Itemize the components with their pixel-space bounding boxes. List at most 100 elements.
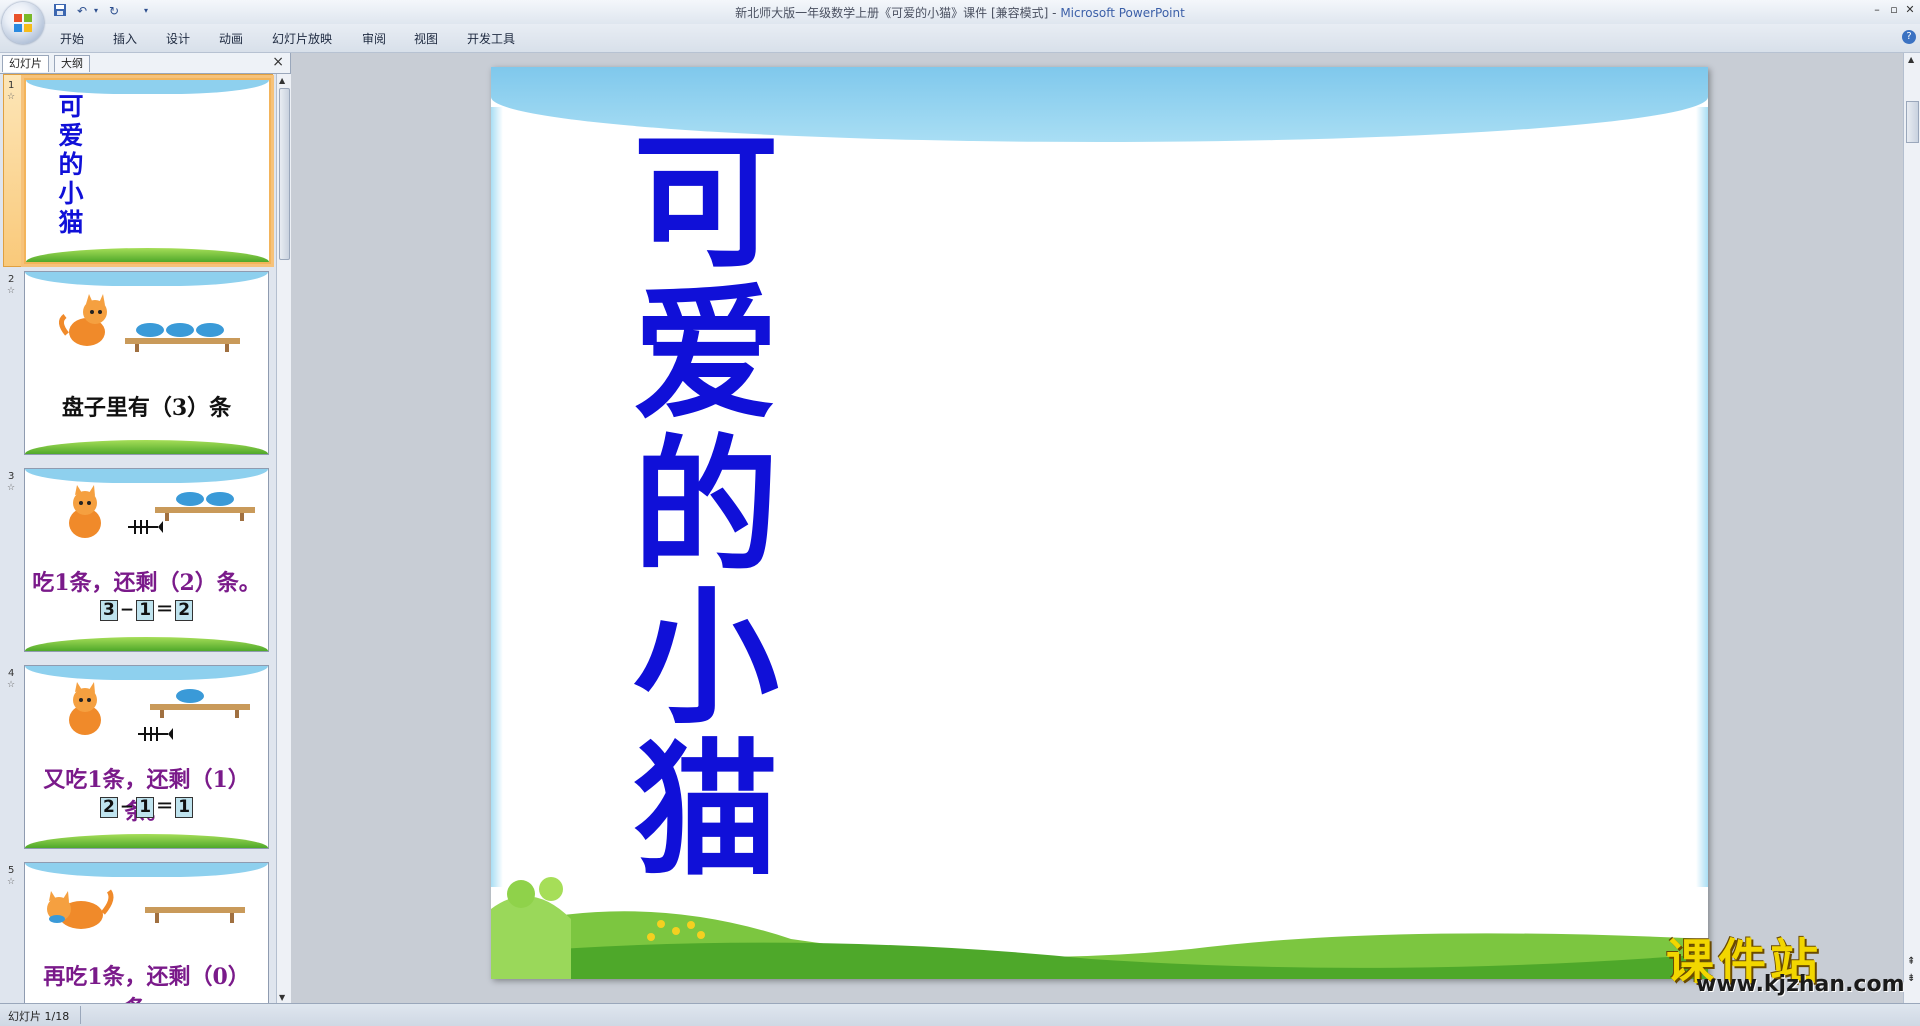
- animation-star-icon: ☆: [7, 286, 16, 296]
- tab-slides[interactable]: 幻灯片: [2, 55, 49, 72]
- equation-number: 1: [136, 600, 155, 621]
- equation-number: 2: [99, 797, 118, 818]
- slide-left-border: [491, 107, 503, 887]
- redo-icon[interactable]: ↻: [106, 3, 122, 19]
- office-button[interactable]: [2, 2, 44, 44]
- equation-number: 1: [175, 797, 194, 818]
- panel-tabs: 幻灯片 大纲 ×: [0, 53, 290, 74]
- status-bar: 幻灯片 1/18: [0, 1003, 1920, 1026]
- panel-close-icon[interactable]: ×: [272, 54, 284, 70]
- animation-star-icon: ☆: [7, 483, 16, 493]
- thumb-sky: [25, 666, 268, 680]
- tab-slideshow[interactable]: 幻灯片放映: [272, 30, 332, 47]
- ribbon-tab-bar: 开始 插入 设计 动画 幻灯片放映 审阅 视图 开发工具 ?: [0, 24, 1920, 53]
- watermark-url: www.kjzhan.com: [1696, 972, 1905, 997]
- thumbnail-number: 5: [8, 865, 15, 876]
- thumb-caption: 盘子里有（3）条: [61, 395, 232, 421]
- status-divider: [80, 1006, 81, 1024]
- thumb-grass: [25, 834, 268, 848]
- fish-plate-icon: [125, 323, 240, 352]
- thumb-title-char: 可: [58, 92, 84, 121]
- slide-title-char: 可: [633, 118, 779, 288]
- slide-scrollbar[interactable]: ▲ ⇞ ⇟: [1903, 53, 1920, 1003]
- slide-title-char: 猫: [633, 726, 779, 896]
- fish-plate-icon: [155, 492, 255, 521]
- slides-panel: 幻灯片 大纲 × 1 ☆ 可 爱 的 小 猫 2 ☆ 盘子里有（3）条 3 ☆ …: [0, 53, 291, 1004]
- cat-icon: [69, 485, 101, 538]
- app-name: Microsoft PowerPoint: [1060, 6, 1185, 20]
- thumb-equation: 3−1 ＝ 2: [25, 595, 268, 621]
- grass-landscape: [491, 877, 1708, 979]
- thumbnail-slide-2[interactable]: 盘子里有（3）条: [24, 271, 269, 455]
- thumb-caption: 再吃1条，还剩（0）条。: [43, 964, 250, 1004]
- thumbnail-number: 2: [8, 274, 15, 285]
- minimize-icon[interactable]: –: [1870, 3, 1884, 17]
- animation-star-icon: ☆: [7, 680, 16, 690]
- title-bar: 新北师大版一年级数学上册《可爱的小猫》课件 [兼容模式] - Microsoft…: [0, 0, 1920, 24]
- tab-home[interactable]: 开始: [60, 30, 84, 47]
- thumb-sky: [25, 272, 268, 286]
- slide-right-border: [1696, 107, 1708, 887]
- document-title: 新北师大版一年级数学上册《可爱的小猫》课件 [兼容模式]: [735, 6, 1049, 20]
- thumb-title-char: 小: [58, 179, 84, 208]
- undo-dropdown-icon[interactable]: ▾: [88, 3, 104, 19]
- tab-review[interactable]: 审阅: [362, 30, 386, 47]
- thumb-grass: [25, 637, 268, 651]
- thumb-title-char: 爱: [58, 121, 84, 150]
- scroll-up-icon[interactable]: ▲: [1908, 55, 1914, 64]
- tab-design[interactable]: 设计: [166, 30, 190, 47]
- help-icon[interactable]: ?: [1902, 30, 1916, 44]
- animation-star-icon: ☆: [7, 877, 16, 887]
- thumb-title-char: 猫: [58, 208, 84, 237]
- window-title: 新北师大版一年级数学上册《可爱的小猫》课件 [兼容模式] - Microsoft…: [735, 6, 1185, 20]
- save-icon[interactable]: [52, 3, 68, 19]
- slide-title-char: 爱: [633, 270, 779, 440]
- thumb-sky: [25, 863, 268, 877]
- restore-icon[interactable]: ▫: [1887, 3, 1901, 17]
- thumb-title: 可 爱 的 小 猫: [58, 92, 84, 237]
- thumbnail-slide-1[interactable]: 可 爱 的 小 猫: [24, 78, 271, 264]
- watermark-logo: 课件站 www.kjzhan.com: [1666, 922, 1906, 1002]
- thumbnail-slide-4[interactable]: 又吃1条，还剩（1）条。 2−1＝1: [24, 665, 269, 849]
- customize-qat-icon[interactable]: ▾: [138, 3, 154, 19]
- scroll-up-icon[interactable]: ▲: [279, 76, 285, 85]
- equation-number: 3: [99, 600, 118, 621]
- thumbnail-slide-5[interactable]: 再吃1条，还剩（0）条。: [24, 862, 269, 1004]
- thumb-caption: 吃1条，还剩（2）条。: [32, 570, 261, 596]
- thumbnail-number: 3: [8, 471, 15, 482]
- plate-icon: [145, 907, 245, 923]
- next-slide-icon[interactable]: ⇟: [1907, 973, 1915, 984]
- scrollbar-thumb[interactable]: [279, 88, 290, 260]
- previous-slide-icon[interactable]: ⇞: [1907, 956, 1915, 967]
- cat-icon: [47, 889, 114, 929]
- tab-insert[interactable]: 插入: [113, 30, 137, 47]
- slide-editing-area: 可 爱 的 小 猫: [291, 53, 1903, 1003]
- thumb-equation: 2−1 ＝ 1: [25, 792, 268, 818]
- thumbnail-number: 4: [8, 668, 15, 679]
- scroll-down-icon[interactable]: ▼: [279, 993, 285, 1002]
- thumb-sky: [25, 469, 268, 483]
- slide-title-char: 小: [633, 574, 779, 744]
- tab-developer[interactable]: 开发工具: [467, 30, 515, 47]
- scrollbar-thumb[interactable]: [1906, 101, 1919, 143]
- slide-canvas[interactable]: 可 爱 的 小 猫: [491, 67, 1708, 979]
- thumbnail-scrollbar[interactable]: ▲ ▼: [276, 74, 291, 1004]
- equation-number: 1: [136, 797, 155, 818]
- tab-outline[interactable]: 大纲: [54, 55, 90, 72]
- thumb-grass: [26, 248, 269, 262]
- thumbnail-list: 1 ☆ 可 爱 的 小 猫 2 ☆ 盘子里有（3）条 3 ☆ 吃1条，还剩（2）…: [0, 74, 274, 1004]
- thumbnail-slide-3[interactable]: 吃1条，还剩（2）条。 3−1 ＝ 2: [24, 468, 269, 652]
- cat-icon: [69, 682, 101, 735]
- animation-star-icon: ☆: [7, 92, 16, 102]
- fishbone-icon: [138, 727, 173, 741]
- tab-animations[interactable]: 动画: [219, 30, 243, 47]
- office-logo-icon: [14, 14, 32, 32]
- tab-view[interactable]: 视图: [414, 30, 438, 47]
- cat-icon: [59, 294, 107, 346]
- fish-plate-icon: [150, 689, 250, 718]
- thumb-grass: [25, 440, 268, 454]
- close-icon[interactable]: ✕: [1903, 3, 1917, 17]
- equation-number: 2: [175, 600, 194, 621]
- slide-title[interactable]: 可 爱 的 小 猫: [631, 127, 781, 887]
- slide-title-char: 的: [633, 422, 779, 592]
